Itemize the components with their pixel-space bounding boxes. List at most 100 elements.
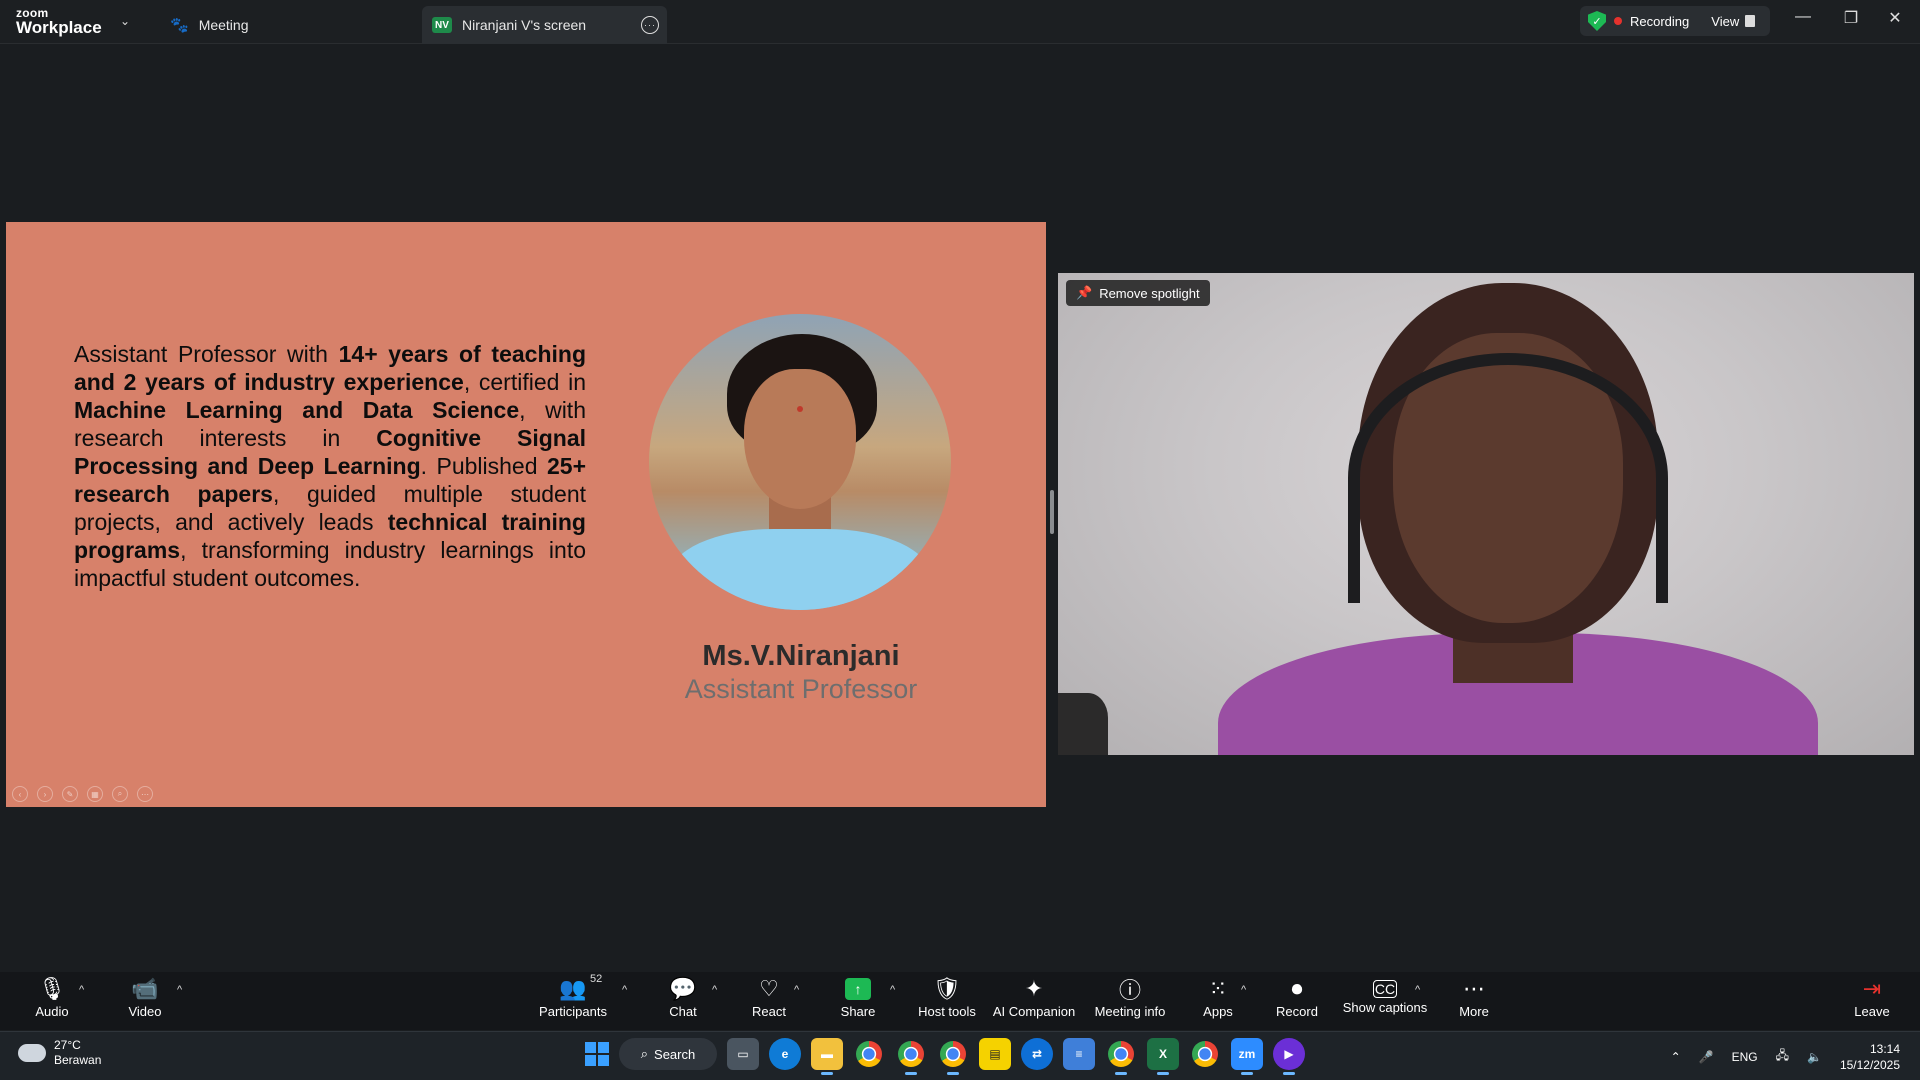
view-layout-icon (1745, 15, 1756, 27)
tab-meeting-label: Meeting (198, 17, 249, 33)
record-icon: ⏺ (1291, 976, 1303, 1001)
meeting-toolbar: 🎙 Audio ^ 📹 Video ^ 👥 Participants 52 ^ … (0, 972, 1920, 1030)
microphone-icon[interactable]: 🎤 (1699, 1050, 1714, 1064)
more-button[interactable]: ⋯ More (1459, 976, 1489, 1028)
share-screen-icon: ↑ (845, 978, 871, 1000)
ai-companion-button[interactable]: ✦ AI Companion (993, 976, 1075, 1028)
network-icon[interactable]: 🖧 (1776, 1046, 1789, 1067)
slide-controls: ‹ › ✎ ▦ ⌕ ⋯ (12, 786, 153, 802)
brand-workplace-text: Workplace (16, 18, 102, 37)
volume-icon[interactable]: 🔈 (1807, 1050, 1822, 1064)
camera-icon: 📹 (131, 976, 159, 1001)
edge-icon[interactable]: e (769, 1038, 801, 1070)
host-tools-button[interactable]: 🛡 Host tools (918, 976, 976, 1028)
profile-photo (649, 314, 951, 610)
more-options-icon[interactable]: ··· (641, 16, 659, 34)
remove-spotlight-label: Remove spotlight (1099, 285, 1200, 301)
participants-icon: 👥 (559, 976, 587, 1001)
react-options-chevron-icon[interactable]: ^ (794, 984, 799, 996)
sparkle-icon: ✦ (1024, 976, 1044, 1001)
avatar: NV (432, 17, 452, 33)
chrome-profile-icon[interactable] (895, 1038, 927, 1075)
clock[interactable]: 13:14 15/12/2025 (1840, 1041, 1900, 1073)
remove-spotlight-button[interactable]: 📌 Remove spotlight (1066, 280, 1210, 306)
tab-meeting[interactable]: 🐾 Meeting (170, 6, 249, 44)
language-indicator[interactable]: ENG (1732, 1050, 1758, 1064)
weather-widget[interactable]: 27°C Berawan (18, 1038, 101, 1068)
split-resize-handle[interactable] (1050, 490, 1054, 534)
windows-start-icon[interactable] (585, 1042, 609, 1066)
taskbar-search[interactable]: ⌕ Search (619, 1038, 717, 1070)
paw-icon: 🐾 (170, 17, 189, 34)
recording-dot-icon (1614, 17, 1622, 25)
audio-options-chevron-icon[interactable]: ^ (79, 984, 84, 996)
recording-label: Recording (1630, 13, 1690, 29)
shield-icon[interactable]: ✓ (1588, 11, 1606, 31)
taskbar-apps: ⌕ Search ▭ e ▬ ▤ ⇄ ≡ X zm ▶ (585, 1038, 1305, 1075)
next-slide-icon[interactable]: › (37, 786, 53, 802)
previous-slide-icon[interactable]: ‹ (12, 786, 28, 802)
view-label: View (1711, 13, 1740, 29)
zoom-icon[interactable]: zm (1231, 1038, 1263, 1075)
captions-icon: CC (1373, 980, 1397, 998)
shield-icon: 🛡 (933, 976, 961, 1001)
weather-condition: Berawan (54, 1053, 102, 1067)
show-captions-button[interactable]: CC Show captions (1343, 976, 1427, 1028)
shared-slide: Assistant Professor with 14+ years of te… (6, 222, 1046, 807)
recording-status: ✓ Recording View (1580, 6, 1770, 36)
participants-count: 52 (590, 973, 603, 985)
media-player-icon[interactable]: ▶ (1273, 1038, 1305, 1075)
pen-icon[interactable]: ✎ (62, 786, 78, 802)
restore-icon[interactable]: ❐ (1836, 8, 1866, 28)
slide-presenter-role: Assistant Professor (684, 674, 918, 704)
sticky-notes-icon[interactable]: ▤ (979, 1038, 1011, 1070)
chat-options-chevron-icon[interactable]: ^ (712, 984, 717, 996)
react-button[interactable]: ♡ React (752, 976, 786, 1028)
slide-presenter-name: Ms.V.Niranjani (702, 640, 900, 672)
minimize-icon[interactable]: — (1788, 8, 1818, 26)
zoom-icon[interactable]: ⌕ (112, 786, 128, 802)
teamviewer-icon[interactable]: ⇄ (1021, 1038, 1053, 1070)
audio-button[interactable]: 🎙 Audio (30, 976, 74, 1028)
close-icon[interactable]: ✕ (1880, 8, 1910, 28)
chrome-profile-3-icon[interactable] (1105, 1038, 1137, 1075)
video-options-chevron-icon[interactable]: ^ (177, 984, 182, 996)
heart-icon: ♡ (759, 976, 779, 1001)
chrome-profile-4-icon[interactable] (1189, 1038, 1221, 1070)
apps-button[interactable]: ⁙ Apps (1201, 976, 1235, 1028)
pin-icon: 📌 (1076, 285, 1093, 300)
task-view-icon[interactable]: ▭ (727, 1038, 759, 1070)
chrome-profile-2-icon[interactable] (937, 1038, 969, 1075)
speaker-video[interactable]: 📌 Remove spotlight (1058, 273, 1914, 755)
cloudy-weather-icon (18, 1038, 46, 1062)
chevron-up-icon[interactable]: ⌃ (1671, 1050, 1681, 1064)
share-options-chevron-icon[interactable]: ^ (890, 984, 895, 996)
tab-shared-screen[interactable]: NV Niranjani V's screen ··· (422, 6, 667, 44)
search-icon: ⌕ (640, 1046, 649, 1061)
info-icon: ⓘ (1118, 978, 1141, 1003)
participants-options-chevron-icon[interactable]: ^ (622, 984, 627, 996)
captions-options-chevron-icon[interactable]: ^ (1415, 984, 1420, 996)
chrome-icon[interactable] (853, 1038, 885, 1070)
microphone-muted-icon: 🎙 (38, 976, 66, 1001)
notepad-icon[interactable]: ≡ (1063, 1038, 1095, 1070)
chat-button[interactable]: 💬 Chat (668, 976, 698, 1028)
record-button[interactable]: ⏺ Record (1276, 976, 1318, 1028)
more-icon[interactable]: ⋯ (137, 786, 153, 802)
apps-options-chevron-icon[interactable]: ^ (1241, 984, 1246, 996)
temperature: 27°C (54, 1038, 81, 1052)
meeting-info-button[interactable]: ⓘ Meeting info (1094, 976, 1166, 1028)
slides-grid-icon[interactable]: ▦ (87, 786, 103, 802)
slide-bio-text: Assistant Professor with 14+ years of te… (74, 341, 586, 591)
windows-taskbar: 27°C Berawan ⌕ Search ▭ e ▬ ▤ ⇄ ≡ X zm ▶… (0, 1031, 1920, 1080)
excel-icon[interactable]: X (1147, 1038, 1179, 1075)
view-button[interactable]: View (1711, 13, 1756, 29)
video-button[interactable]: 📹 Video (122, 976, 168, 1028)
leave-button[interactable]: ⇥ Leave (1854, 976, 1889, 1028)
leave-icon: ⇥ (1862, 976, 1882, 1001)
share-button[interactable]: ↑ Share (841, 976, 875, 1028)
chevron-down-icon[interactable]: ⌄ (120, 14, 130, 28)
chat-icon: 💬 (669, 976, 697, 1001)
file-explorer-icon[interactable]: ▬ (811, 1038, 843, 1075)
zoom-workplace-logo: zoom Workplace (16, 7, 102, 36)
